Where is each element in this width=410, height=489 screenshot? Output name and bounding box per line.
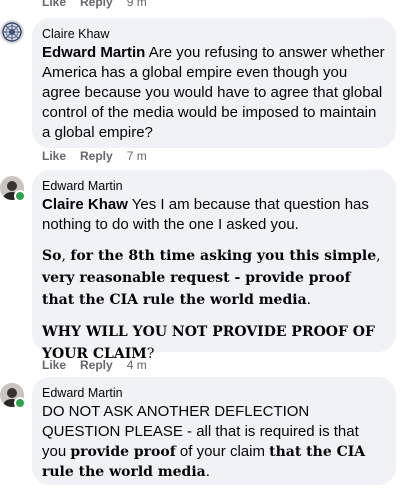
- timestamp[interactable]: 4 m: [127, 358, 147, 372]
- comment-text: DO NOT ASK ANOTHER DEFLECTION QUESTION P…: [42, 403, 366, 480]
- mandala-avatar-icon: [0, 20, 24, 44]
- avatar[interactable]: [0, 176, 26, 202]
- reply-link[interactable]: Reply: [80, 358, 113, 372]
- comment-paragraph: So, for the 8th time asking you this sim…: [42, 248, 381, 308]
- mention-link[interactable]: Edward Martin: [42, 44, 145, 61]
- online-status-icon: [14, 190, 26, 202]
- online-status-icon: [14, 397, 26, 409]
- comment-author[interactable]: Claire Khaw: [42, 26, 386, 42]
- timestamp[interactable]: 9 m: [127, 0, 147, 9]
- comment-bubble: Edward Martin DO NOT ASK ANOTHER DEFLECT…: [32, 377, 396, 485]
- comment-author[interactable]: Edward Martin: [42, 178, 386, 194]
- like-link[interactable]: Like: [42, 0, 66, 9]
- comment-text: Edward Martin Are you refusing to answer…: [42, 43, 386, 143]
- like-link[interactable]: Like: [42, 358, 66, 372]
- comment-bubble: Claire Khaw Edward Martin Are you refusi…: [32, 18, 396, 148]
- comment-bubble: Edward Martin Claire Khaw Yes I am becau…: [32, 170, 396, 362]
- mention-link[interactable]: Claire Khaw: [42, 196, 128, 213]
- reply-link[interactable]: Reply: [80, 149, 113, 163]
- like-link[interactable]: Like: [42, 149, 66, 163]
- timestamp[interactable]: 7 m: [127, 149, 147, 163]
- comment-actions-top: Like Reply 9 m: [42, 0, 147, 9]
- comment-text: Claire Khaw Yes I am because that questi…: [42, 195, 386, 235]
- avatar[interactable]: [0, 20, 24, 44]
- comment-actions: Like Reply 4 m: [42, 357, 147, 373]
- comment-actions: Like Reply 7 m: [42, 148, 147, 164]
- comment-author[interactable]: Edward Martin: [42, 385, 386, 401]
- avatar[interactable]: [0, 383, 26, 409]
- reply-link[interactable]: Reply: [80, 0, 113, 9]
